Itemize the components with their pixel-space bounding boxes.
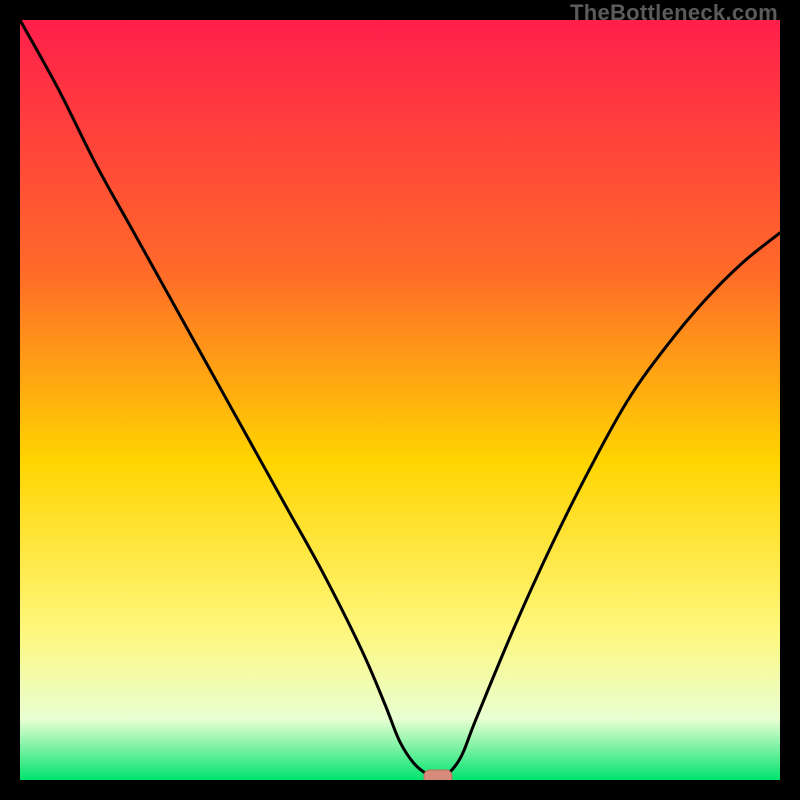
optimal-marker xyxy=(424,770,452,780)
chart-frame: TheBottleneck.com xyxy=(0,0,800,800)
gradient-chart xyxy=(20,20,780,780)
gradient-background xyxy=(20,20,780,780)
plot-area xyxy=(20,20,780,780)
